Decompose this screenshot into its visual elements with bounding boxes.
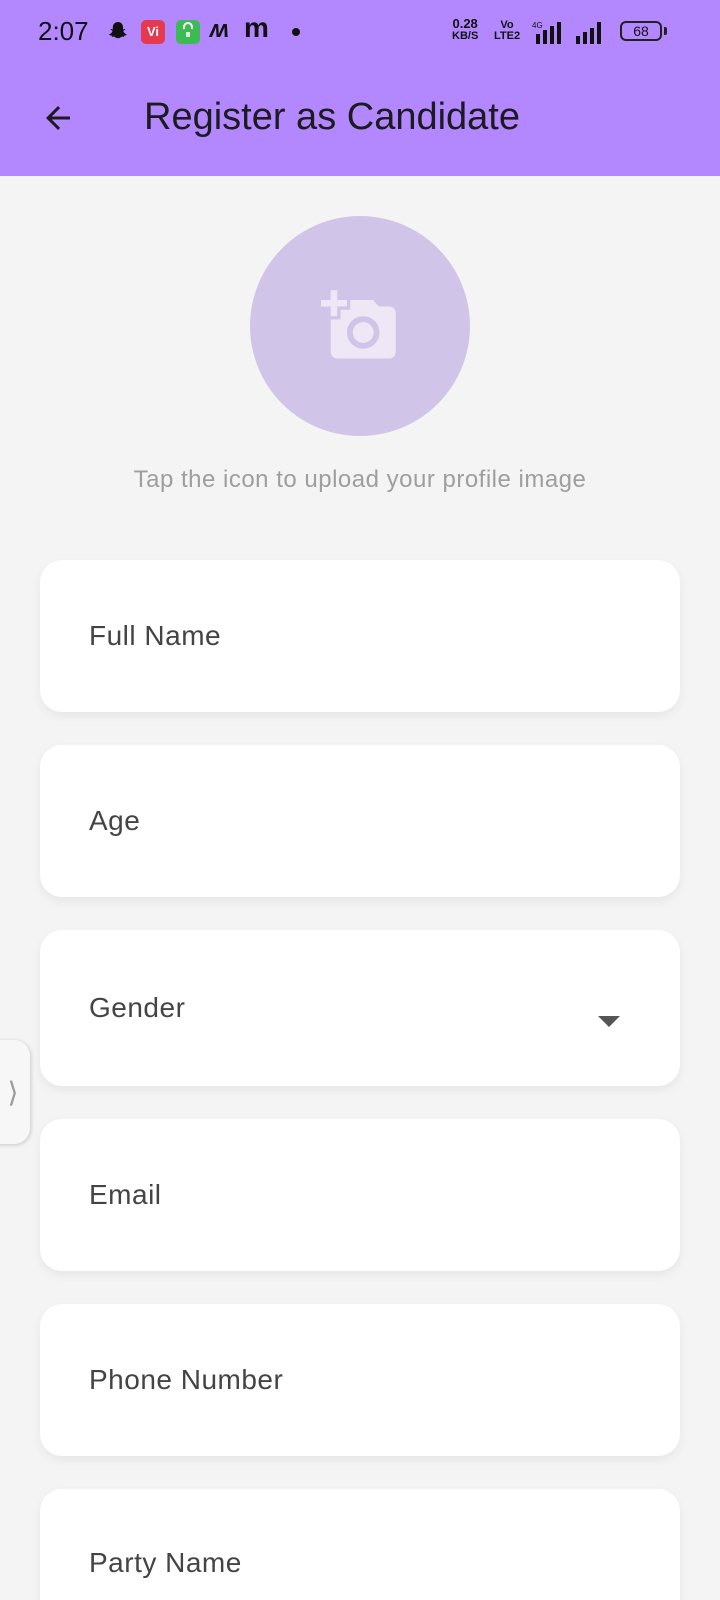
side-panel-handle[interactable]: ⟩ (0, 1040, 30, 1144)
phone-number-label: Phone Number (89, 1364, 284, 1395)
gender-label: Gender (89, 992, 186, 1023)
signal-4g-icon: 4G (532, 21, 561, 44)
back-button[interactable] (30, 90, 86, 146)
status-time: 2:07 (38, 16, 89, 46)
chevron-right-icon: ⟩ (7, 1076, 19, 1108)
arrow-back-icon (46, 106, 70, 130)
arrow-drop-down-icon (598, 1016, 620, 1027)
upload-hint-text: Tap the icon to upload your profile imag… (133, 466, 587, 493)
volte-indicator: Vo LTE2 (494, 20, 520, 42)
register-candidate-screen: 2:07 Vi ʍ m 0.28 KB/S Vo LTE2 4G 68 Regi… (0, 0, 720, 1600)
network-type: 4G (532, 21, 543, 30)
vi-app-icon: Vi (141, 20, 165, 44)
snapchat-icon (109, 22, 127, 39)
speed-unit: KB/S (452, 30, 479, 42)
battery-tip (664, 27, 667, 35)
myntra-icon: ʍ (210, 16, 229, 43)
speed-value: 0.28 (452, 16, 478, 31)
full-name-label: Full Name (89, 620, 222, 651)
m-app-icon: m (244, 12, 269, 43)
phone-number-field[interactable]: Phone Number (40, 1304, 680, 1456)
full-name-field[interactable]: Full Name (40, 560, 680, 712)
add-a-photo-icon (321, 290, 396, 359)
party-name-field[interactable]: Party Name (40, 1489, 680, 1600)
email-label: Email (89, 1179, 162, 1210)
gender-dropdown[interactable]: Gender (40, 930, 680, 1086)
page-title: Register as Candidate (144, 96, 520, 138)
app-bar: Register as Candidate (0, 64, 720, 176)
shopping-bag-icon (176, 20, 200, 44)
battery-icon: 68 (620, 21, 662, 41)
email-field[interactable]: Email (40, 1119, 680, 1271)
party-name-label: Party Name (89, 1547, 242, 1578)
volte-bottom: LTE2 (494, 30, 521, 42)
age-field[interactable]: Age (40, 745, 680, 897)
status-bar: 2:07 Vi ʍ m 0.28 KB/S Vo LTE2 4G 68 (0, 0, 720, 64)
signal-icon (576, 22, 601, 44)
age-label: Age (89, 805, 141, 836)
network-speed: 0.28 KB/S (452, 16, 479, 42)
notification-dot-icon (292, 28, 300, 36)
profile-image-upload[interactable] (250, 216, 470, 436)
